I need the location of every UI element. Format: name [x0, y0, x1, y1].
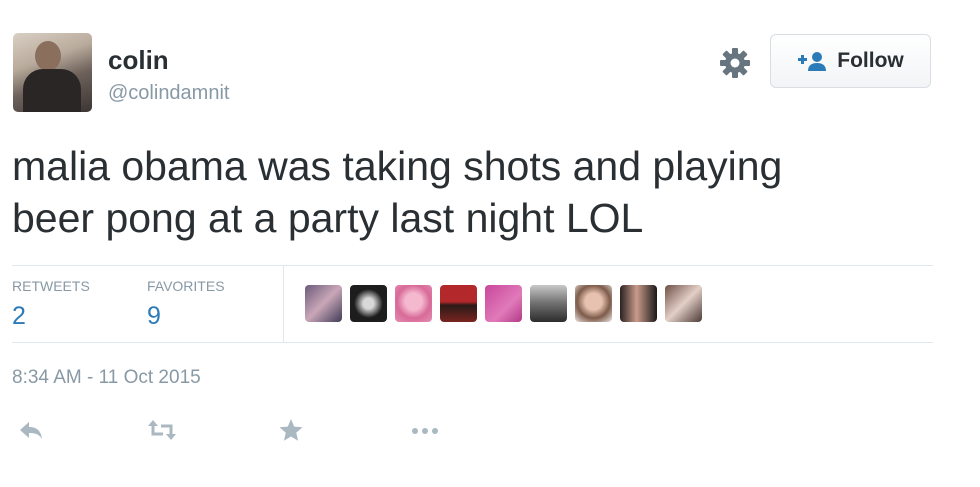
favorites-count: 9: [147, 302, 161, 330]
more-icon: [410, 423, 440, 441]
reply-icon: [18, 419, 44, 446]
tweet-text: malia obama was taking shots and playing…: [12, 140, 952, 244]
favoriter-avatar[interactable]: [530, 285, 567, 322]
favoriter-avatar[interactable]: [665, 285, 702, 322]
profile-avatar[interactable]: [13, 33, 92, 112]
favoriter-avatar[interactable]: [485, 285, 522, 322]
divider: [12, 265, 933, 266]
favoriters-avatars: [305, 285, 702, 322]
retweet-icon: [146, 419, 178, 446]
username-handle[interactable]: @colindamnit: [108, 82, 229, 105]
reply-button[interactable]: [16, 418, 46, 446]
more-button[interactable]: [410, 418, 440, 446]
retweets-count: 2: [12, 302, 26, 330]
retweet-button[interactable]: [147, 418, 177, 446]
follow-button[interactable]: Follow: [770, 34, 931, 88]
favorites-stat[interactable]: FAVORITES 9: [147, 278, 225, 331]
favoriter-avatar[interactable]: [395, 285, 432, 322]
avatar-body-shape: [23, 69, 81, 112]
divider: [12, 342, 933, 343]
display-name[interactable]: colin: [108, 45, 169, 76]
favorites-label: FAVORITES: [147, 278, 225, 294]
retweets-stat[interactable]: RETWEETS 2: [12, 278, 90, 331]
favoriter-avatar[interactable]: [620, 285, 657, 322]
tweet-timestamp[interactable]: 8:34 AM - 11 Oct 2015: [12, 367, 201, 389]
tweet-text-line: malia obama was taking shots and playing: [12, 143, 783, 189]
star-icon: [278, 418, 304, 447]
avatar-head-shape: [35, 41, 61, 71]
favoriter-avatar[interactable]: [575, 285, 612, 322]
favoriter-avatar[interactable]: [350, 285, 387, 322]
favoriter-avatar[interactable]: [440, 285, 477, 322]
gear-icon[interactable]: [718, 46, 752, 80]
follow-button-label: Follow: [837, 49, 904, 72]
tweet-text-line: beer pong at a party last night LOL: [12, 195, 644, 241]
stats-separator: [283, 266, 284, 342]
favorite-button[interactable]: [276, 418, 306, 446]
retweets-label: RETWEETS: [12, 278, 90, 294]
add-user-icon: [797, 50, 827, 72]
favoriter-avatar[interactable]: [305, 285, 342, 322]
